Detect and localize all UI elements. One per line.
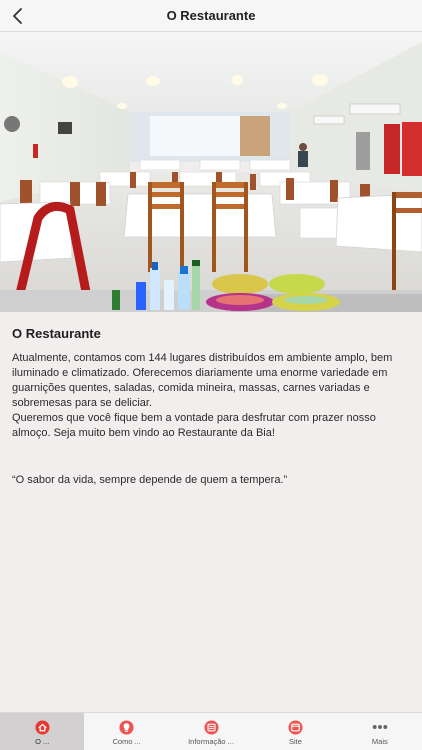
info-box-icon [203,719,219,735]
tab-label: Mais [371,737,388,746]
tab-informacao[interactable]: Informação ... [169,713,253,750]
content-section: O Restaurante Atualmente, contamos com 1… [12,326,412,488]
tab-label: Site [288,737,302,746]
tab-mais[interactable]: Mais [338,713,422,750]
tab-bar: O ... Como ... Informação ... Site Mais [0,712,422,750]
tab-como[interactable]: Como ... [84,713,168,750]
navigation-bar: O Restaurante [0,0,422,32]
tab-o-restaurante[interactable]: O ... [0,713,85,750]
tab-label: Informação ... [188,737,234,746]
description-paragraph: Atualmente, contamos com 144 lugares dis… [12,352,393,409]
quote-text: “O sabor da vida, sempre depende de quem… [12,474,288,486]
tab-label: O ... [35,737,50,746]
section-title: O Restaurante [12,326,101,341]
welcome-paragraph: Queremos que você fique bem a vontade pa… [12,412,376,439]
lightbulb-icon [119,719,135,735]
page-title: O Restaurante [166,8,256,23]
restaurant-photo [0,32,422,312]
browser-icon [287,719,303,735]
tab-site[interactable]: Site [253,713,337,750]
chevron-left-icon [13,8,22,24]
more-dots-icon [372,719,388,735]
home-icon [34,719,50,735]
back-button[interactable] [6,4,30,28]
tab-label: Como ... [112,737,141,746]
